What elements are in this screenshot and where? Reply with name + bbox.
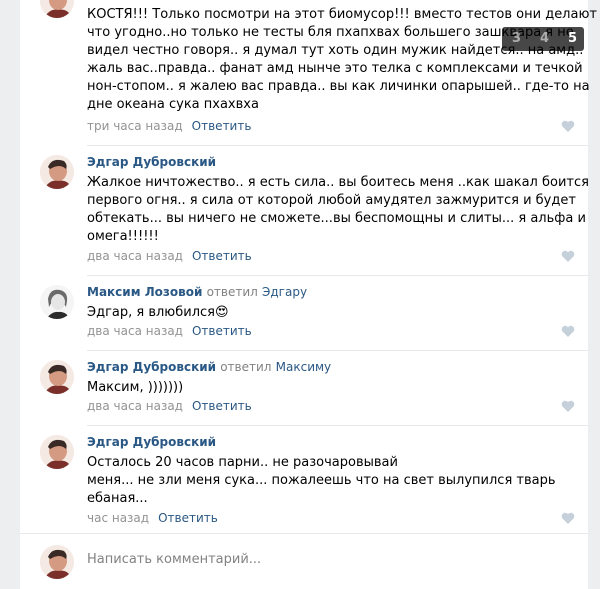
avatar[interactable] bbox=[40, 155, 74, 189]
avatar[interactable] bbox=[40, 360, 74, 394]
comment-text: КОСТЯ!!! Только посмотри на этот биомусо… bbox=[87, 7, 597, 112]
comment-author[interactable]: Эдгар Дубровский bbox=[87, 435, 216, 449]
comment-time[interactable]: два часа назад bbox=[87, 399, 183, 413]
composer-avatar bbox=[40, 545, 74, 579]
comment-author: Максим Лозовой ответил Эдгару bbox=[87, 285, 307, 299]
comment-text: Максим, ))))))) bbox=[87, 380, 184, 395]
divider bbox=[87, 350, 588, 351]
comment-time[interactable]: два часа назад bbox=[87, 324, 183, 338]
comment-text: Эдгар, я влюбился😍 bbox=[87, 305, 229, 320]
divider bbox=[87, 145, 588, 146]
reply-button[interactable]: Ответить bbox=[192, 399, 252, 413]
replied-label: ответил bbox=[206, 285, 258, 299]
comment-meta: два часа назад Ответить bbox=[87, 399, 252, 413]
page-current[interactable]: 5 bbox=[568, 31, 577, 46]
page-link[interactable]: 3 bbox=[512, 31, 521, 46]
comment-meta: три часа назад Ответить bbox=[87, 119, 251, 133]
heart-icon[interactable] bbox=[561, 512, 575, 524]
comment-meta: два часа назад Ответить bbox=[87, 249, 252, 263]
heart-icon[interactable] bbox=[561, 250, 575, 262]
reply-button[interactable]: Ответить bbox=[158, 511, 218, 525]
comment-input[interactable]: Написать комментарий... bbox=[87, 552, 261, 567]
heart-icon[interactable] bbox=[561, 400, 575, 412]
avatar[interactable] bbox=[40, 435, 74, 469]
comment-author: Эдгар Дубровский ответил Максиму bbox=[87, 360, 331, 374]
comment-meta: два часа назад Ответить bbox=[87, 324, 252, 338]
divider bbox=[87, 275, 588, 276]
comments-pager: 3 4 5 bbox=[502, 27, 584, 51]
author-name[interactable]: Максим Лозовой bbox=[87, 285, 202, 299]
heart-icon[interactable] bbox=[561, 325, 575, 337]
comment-time[interactable]: два часа назад bbox=[87, 249, 183, 263]
avatar[interactable] bbox=[40, 0, 74, 18]
heart-icon[interactable] bbox=[561, 120, 575, 132]
comment-text: Осталось 20 часов парни.. не разочаровыв… bbox=[87, 455, 556, 506]
reply-button[interactable]: Ответить bbox=[192, 324, 252, 338]
author-name[interactable]: Эдгар Дубровский bbox=[87, 360, 216, 374]
reply-to-link[interactable]: Максиму bbox=[276, 360, 332, 374]
avatar[interactable] bbox=[40, 285, 74, 319]
comment-author[interactable]: Эдгар Дубровский bbox=[87, 155, 216, 169]
divider bbox=[87, 425, 588, 426]
comment-meta: час назад Ответить bbox=[87, 511, 218, 525]
divider bbox=[20, 533, 588, 534]
reply-button[interactable]: Ответить bbox=[192, 119, 252, 133]
page-link[interactable]: 4 bbox=[540, 31, 549, 46]
comments-card: КОСТЯ!!! Только посмотри на этот биомусо… bbox=[20, 0, 597, 589]
comment-time[interactable]: три часа назад bbox=[87, 119, 183, 133]
comment-time[interactable]: час назад bbox=[87, 511, 149, 525]
replied-label: ответил bbox=[220, 360, 272, 374]
reply-button[interactable]: Ответить bbox=[192, 249, 252, 263]
reply-to-link[interactable]: Эдгару bbox=[262, 285, 307, 299]
comment-text: Жалкое ничтожество.. я есть сила.. вы бо… bbox=[87, 175, 589, 244]
